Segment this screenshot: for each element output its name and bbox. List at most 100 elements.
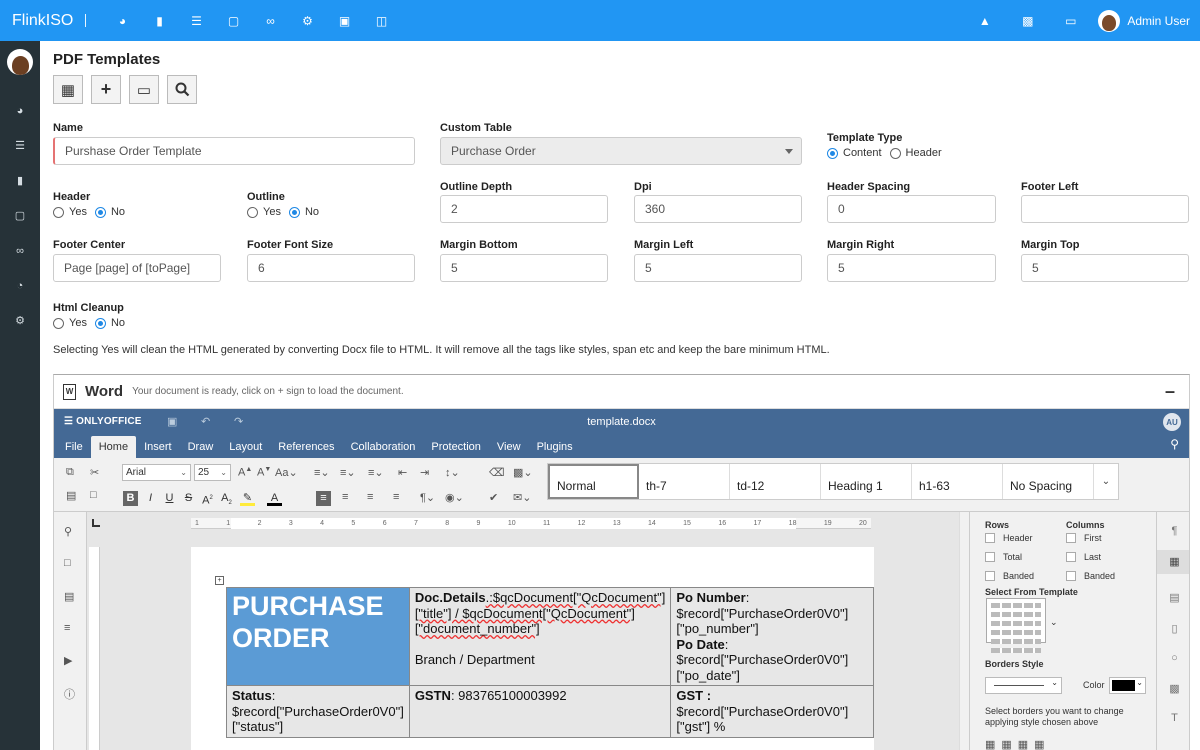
footer-left-input[interactable]: [1021, 195, 1189, 223]
graduation-cap-icon[interactable]: ▲: [963, 14, 1006, 28]
gears-icon[interactable]: ⚙: [289, 14, 326, 28]
gstn-cell[interactable]: GSTN: 983765100003992: [408, 685, 672, 738]
link-icon[interactable]: ∞: [252, 14, 289, 28]
margin-bottom-input[interactable]: 5: [440, 254, 608, 282]
margin-right-input[interactable]: 5: [827, 254, 996, 282]
document-page[interactable]: + PURCHASE ORDER Doc.Details.:$qcDocumen…: [191, 547, 874, 750]
chat-icon[interactable]: ▤: [64, 590, 74, 603]
margin-left-input[interactable]: 5: [634, 254, 802, 282]
style-normal[interactable]: Normal: [548, 464, 639, 499]
gst-cell[interactable]: GST : $record["PurchaseOrder0V0"]["gst"]…: [670, 685, 874, 738]
border-color-select[interactable]: ⌄: [1109, 677, 1146, 694]
table-settings-icon[interactable]: ▦: [1157, 550, 1189, 574]
vertical-scrollbar[interactable]: [959, 512, 969, 750]
footer-font-size-input[interactable]: 6: [247, 254, 415, 282]
highlight-icon[interactable]: ✎: [240, 491, 255, 506]
brand-logo[interactable]: FlinkISO: [0, 12, 85, 30]
chevron-down-icon[interactable]: ⌄: [1050, 617, 1058, 628]
bar-chart-icon[interactable]: ▩: [1006, 14, 1049, 28]
table-move-icon[interactable]: +: [215, 576, 224, 585]
html-cleanup-yes-radio[interactable]: Yes: [53, 317, 87, 329]
user-avatar-badge[interactable]: AU: [1163, 413, 1181, 431]
chevron-down-icon[interactable]: ⌄: [1094, 464, 1118, 499]
border-style-select[interactable]: ⌄: [985, 677, 1062, 694]
paste-icon[interactable]: ▤: [66, 489, 76, 502]
justify-icon[interactable]: ≡: [393, 491, 399, 503]
rows-banded-checkbox[interactable]: Banded: [985, 571, 1034, 581]
comments-icon[interactable]: □: [64, 557, 71, 569]
tab-home[interactable]: Home: [90, 436, 137, 458]
copy-style-icon[interactable]: ✔: [489, 491, 498, 504]
multilevel-list-icon[interactable]: ≡⌄: [368, 466, 384, 479]
footer-center-input[interactable]: Page [page] of [toPage]: [53, 254, 221, 282]
bullets-icon[interactable]: ≡⌄: [314, 466, 330, 479]
decrease-font-icon[interactable]: A▼: [257, 466, 271, 479]
style-h1-63[interactable]: h1-63: [912, 464, 1003, 499]
database-icon[interactable]: ◫: [363, 14, 400, 28]
name-input[interactable]: Purshase Order Template: [53, 137, 415, 165]
po-number-cell[interactable]: Po Number: $record["PurchaseOrder0V0"]["…: [670, 587, 874, 686]
pie-chart-icon[interactable]: ◔: [0, 268, 40, 303]
doc-details-cell[interactable]: Doc.Details.:$qcDocument["QcDocument"]["…: [408, 587, 672, 686]
folder-icon[interactable]: ▢: [215, 14, 252, 28]
paragraph-marks-icon[interactable]: ¶⌄: [420, 491, 435, 504]
folder-icon[interactable]: ▢: [0, 198, 40, 233]
sidebar-avatar[interactable]: [7, 49, 33, 75]
style-th-7[interactable]: th-7: [639, 464, 730, 499]
columns-first-checkbox[interactable]: First: [1066, 533, 1102, 543]
about-icon[interactable]: ⓘ: [64, 686, 75, 702]
template-type-header-radio[interactable]: Header: [889, 147, 942, 159]
tab-collaboration[interactable]: Collaboration: [343, 436, 424, 458]
custom-table-select[interactable]: Purchase Order: [440, 137, 802, 165]
tab-stop-icon[interactable]: [92, 519, 100, 527]
line-spacing-icon[interactable]: ↕⌄: [445, 466, 460, 479]
align-right-icon[interactable]: ≡: [367, 491, 373, 503]
dashboard-icon[interactable]: ◕: [104, 14, 141, 28]
image-settings-icon[interactable]: ▤: [1157, 591, 1189, 604]
gear-icon[interactable]: ⚙: [0, 303, 40, 338]
shading-icon[interactable]: ◉⌄: [445, 491, 464, 504]
html-cleanup-no-radio[interactable]: No: [94, 317, 125, 329]
text-art-icon[interactable]: T: [1157, 712, 1189, 724]
strikethrough-button[interactable]: S: [181, 491, 196, 506]
header-no-radio[interactable]: No: [94, 206, 125, 218]
minimize-button[interactable]: –: [1165, 381, 1175, 402]
add-button[interactable]: +: [91, 75, 121, 104]
outline-depth-input[interactable]: 2: [440, 195, 608, 223]
font-size-select[interactable]: 25 ⌄: [194, 464, 231, 481]
search-icon[interactable]: ⚲: [1170, 437, 1179, 451]
tab-protection[interactable]: Protection: [423, 436, 489, 458]
align-center-icon[interactable]: ≡: [342, 491, 348, 503]
underline-button[interactable]: U: [162, 491, 177, 506]
border-buttons[interactable]: ▦▦▦▦: [985, 738, 1051, 750]
bookmark-icon[interactable]: ▮: [0, 163, 40, 198]
table-view-button[interactable]: ▦: [53, 75, 83, 104]
tab-references[interactable]: References: [270, 436, 342, 458]
document-table[interactable]: PURCHASE ORDER Doc.Details.:$qcDocument[…: [226, 587, 874, 738]
header-footer-icon[interactable]: ▯: [1157, 622, 1189, 635]
rows-total-checkbox[interactable]: Total: [985, 552, 1022, 562]
shape-settings-icon[interactable]: ○: [1157, 652, 1189, 664]
credit-card-icon[interactable]: ▭: [1049, 14, 1092, 28]
user-menu[interactable]: Admin User: [1092, 9, 1200, 32]
tab-view[interactable]: View: [489, 436, 529, 458]
align-left-button[interactable]: ≡: [316, 491, 331, 506]
list-icon[interactable]: ☰: [0, 128, 40, 163]
change-case-icon[interactable]: Aa⌄: [275, 466, 298, 479]
status-cell[interactable]: Status: $record["PurchaseOrder0V0"]["sta…: [226, 685, 410, 738]
tab-draw[interactable]: Draw: [180, 436, 222, 458]
font-color-icon[interactable]: A: [267, 491, 282, 506]
color-scheme-icon[interactable]: ▩⌄: [513, 466, 533, 479]
margin-top-input[interactable]: 5: [1021, 254, 1189, 282]
columns-last-checkbox[interactable]: Last: [1066, 552, 1101, 562]
rows-header-checkbox[interactable]: Header: [985, 533, 1033, 543]
table-template-picker[interactable]: [986, 598, 1046, 653]
navigation-icon[interactable]: ≡: [64, 622, 70, 634]
mail-merge-icon[interactable]: ✉⌄: [513, 491, 531, 504]
chart-settings-icon[interactable]: ▩: [1157, 682, 1189, 695]
columns-banded-checkbox[interactable]: Banded: [1066, 571, 1115, 581]
header-spacing-input[interactable]: 0: [827, 195, 996, 223]
outline-no-radio[interactable]: No: [288, 206, 319, 218]
bold-button[interactable]: B: [123, 491, 138, 506]
cut-icon[interactable]: ✂: [90, 466, 99, 479]
